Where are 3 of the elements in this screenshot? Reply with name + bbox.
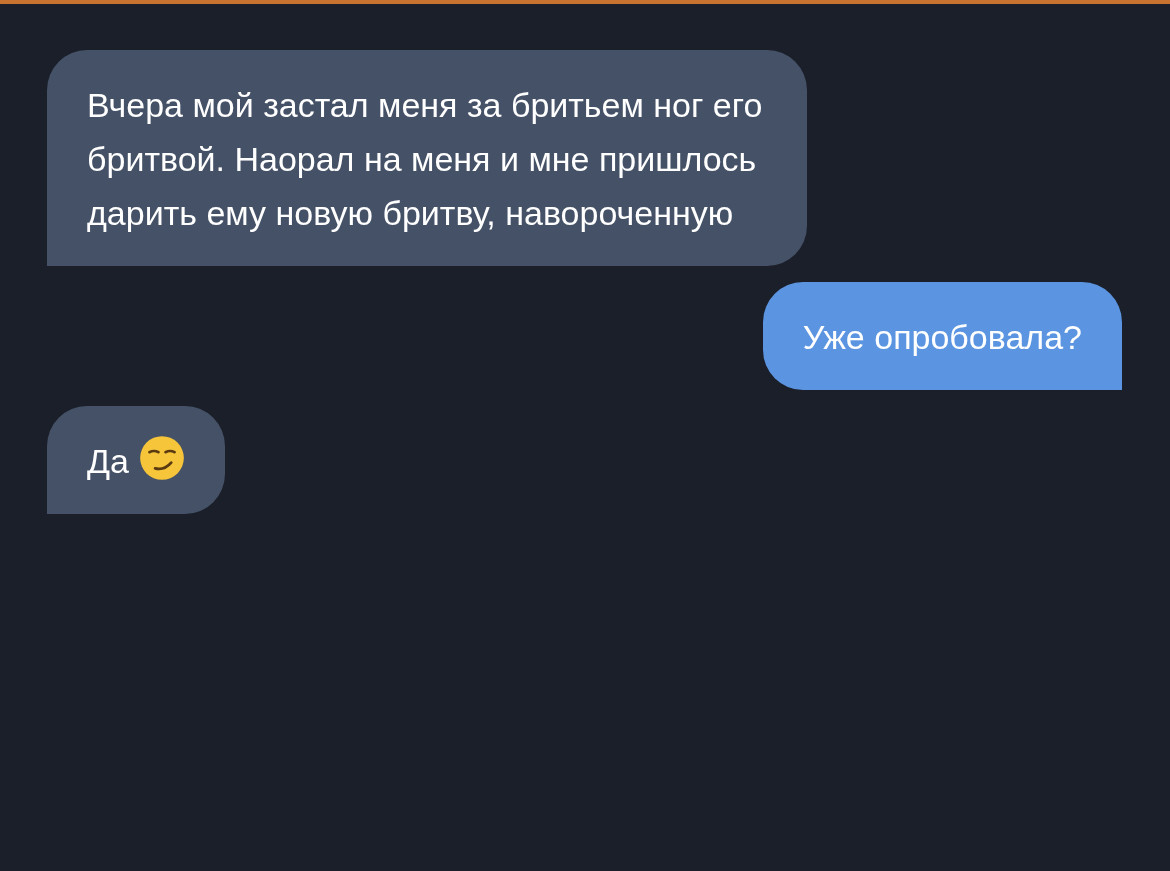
message-text: Да [87,441,129,482]
message-text: Вчера мой застал меня за бритьем ног его бритвой. Наорал на меня и мне пришлось дарить ему новую бритву, навороченную [87,85,764,234]
message-text: Уже опробовала? [802,318,1082,356]
